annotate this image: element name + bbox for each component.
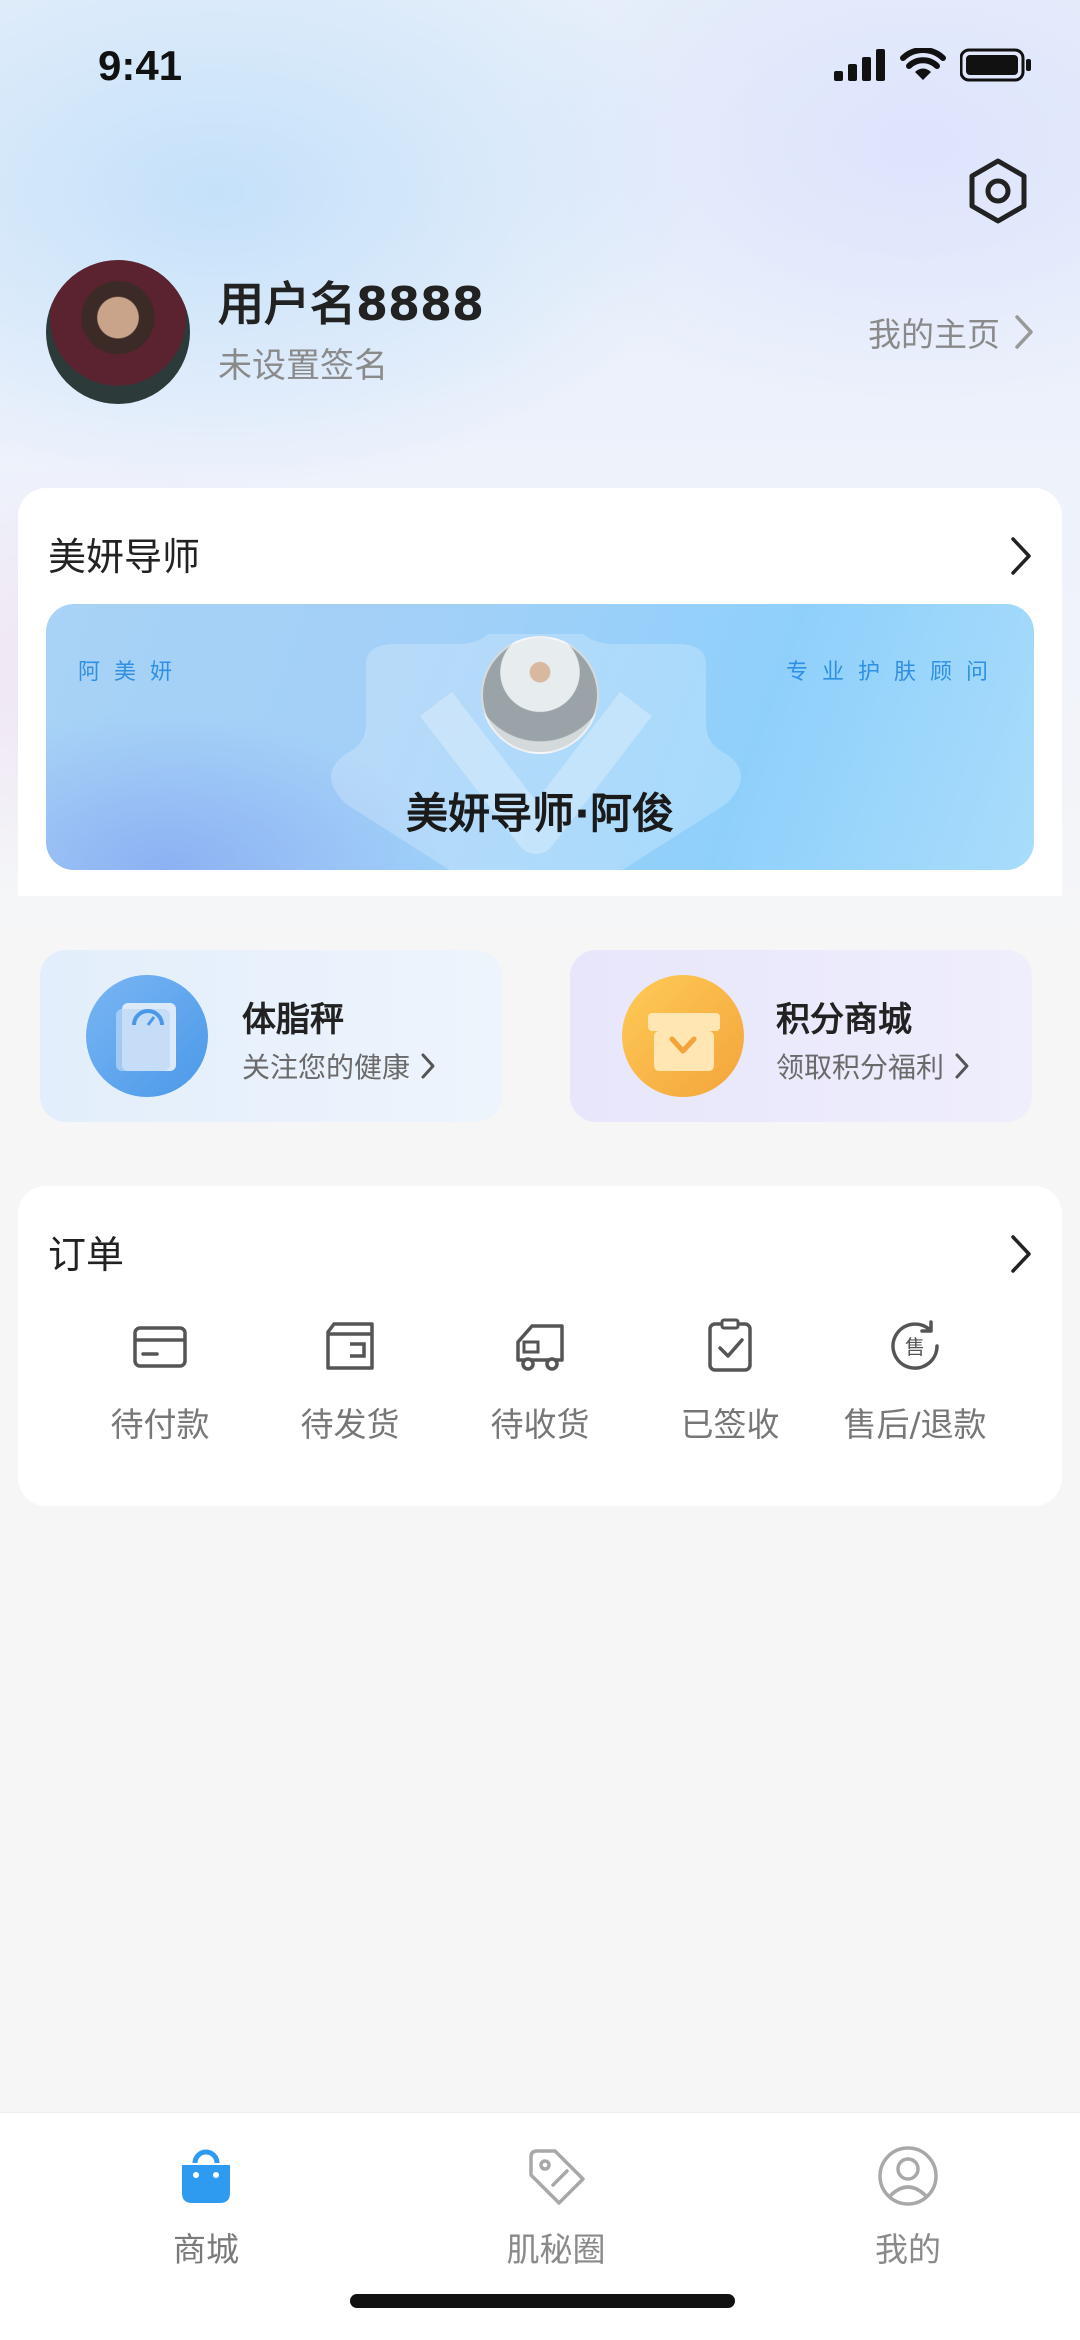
tab-label: 我的	[875, 2230, 941, 2269]
order-pending-payment[interactable]: 待付款	[65, 1316, 255, 1446]
wifi-icon	[900, 48, 946, 80]
chevron-right-icon	[421, 1053, 435, 1079]
points-card-subtitle: 领取积分福利	[776, 1046, 970, 1086]
scale-card-subtitle-text: 关注您的健康	[242, 1051, 411, 1084]
brand-tag: 阿美妍	[78, 660, 187, 685]
truck-icon	[516, 1324, 564, 1371]
avatar[interactable]	[46, 260, 190, 404]
scale-icon	[86, 975, 208, 1097]
scale-card-subtitle: 关注您的健康	[242, 1046, 436, 1086]
gift-icon	[622, 975, 744, 1097]
after-sale-icon: 售	[891, 1320, 939, 1370]
pro-tag: 专业护肤顾问	[785, 660, 1002, 685]
tab-label: 肌秘圈	[506, 2230, 606, 2269]
tab-mine[interactable]: 我的	[808, 2143, 1008, 2271]
advisor-card: 美妍导师 阿美妍 专业护肤顾问 美妍导师·阿俊	[18, 488, 1062, 896]
settings-button[interactable]	[962, 155, 1034, 227]
gear-icon	[969, 158, 1027, 224]
signature[interactable]: 未设置签名	[218, 338, 388, 387]
svg-text:售: 售	[905, 1335, 925, 1359]
order-label: 售后/退款	[843, 1405, 987, 1444]
order-pending-shipment[interactable]: 待发货	[255, 1316, 445, 1446]
box-icon	[326, 1322, 374, 1370]
advisor-more-chevron-icon[interactable]	[1010, 536, 1032, 576]
homepage-link-label: 我的主页	[868, 315, 1000, 354]
advisor-name: 美妍导师·阿俊	[406, 789, 674, 838]
tab-mall[interactable]: 商城	[106, 2143, 306, 2271]
order-label: 已签收	[680, 1405, 780, 1444]
order-after-sale[interactable]: 售 售后/退款	[820, 1316, 1010, 1446]
username: 用户名8888	[218, 277, 485, 331]
tab-label: 商城	[173, 2230, 239, 2269]
home-indicator	[350, 2294, 735, 2308]
scale-glyph	[116, 1003, 176, 1071]
orders-more-chevron-icon[interactable]	[1010, 1234, 1032, 1274]
shopping-bag-icon	[182, 2149, 230, 2203]
order-signed[interactable]: 已签收	[635, 1316, 825, 1446]
chevron-right-icon	[1015, 315, 1033, 349]
tab-skin-circle[interactable]: 肌秘圈	[456, 2143, 656, 2271]
status-time: 9:41	[98, 42, 183, 89]
card-icon	[133, 1326, 187, 1368]
body-fat-scale-card[interactable]: 体脂秤 关注您的健康	[40, 950, 502, 1122]
clipboard-check-icon	[708, 1318, 752, 1372]
orders-card: 订单 待付款 待发货 待收货 已签收 售 售后/退款	[18, 1186, 1062, 1506]
points-card-title: 积分商城	[776, 1000, 912, 1040]
status-icons	[834, 48, 1032, 82]
advisor-banner[interactable]: 阿美妍 专业护肤顾问 美妍导师·阿俊	[46, 604, 1034, 870]
advisor-photo	[481, 636, 599, 754]
order-label: 待收货	[490, 1405, 590, 1444]
orders-section-title: 订单	[48, 1233, 125, 1277]
gift-glyph	[648, 1013, 720, 1071]
signal-icon	[834, 49, 885, 81]
order-pending-receipt[interactable]: 待收货	[445, 1316, 635, 1446]
advisor-section-title: 美妍导师	[48, 535, 201, 579]
order-label: 待付款	[110, 1405, 210, 1444]
order-label: 待发货	[300, 1405, 400, 1444]
scale-card-title: 体脂秤	[242, 1000, 344, 1040]
points-card-subtitle-text: 领取积分福利	[776, 1051, 945, 1084]
tag-icon	[529, 2149, 585, 2205]
chevron-right-icon	[955, 1053, 969, 1079]
status-bar: 9:41	[0, 0, 1080, 132]
homepage-link[interactable]: 我的主页	[868, 308, 1034, 356]
points-mall-card[interactable]: 积分商城 领取积分福利	[570, 950, 1032, 1122]
battery-icon	[960, 48, 1031, 82]
user-icon	[878, 2146, 938, 2206]
